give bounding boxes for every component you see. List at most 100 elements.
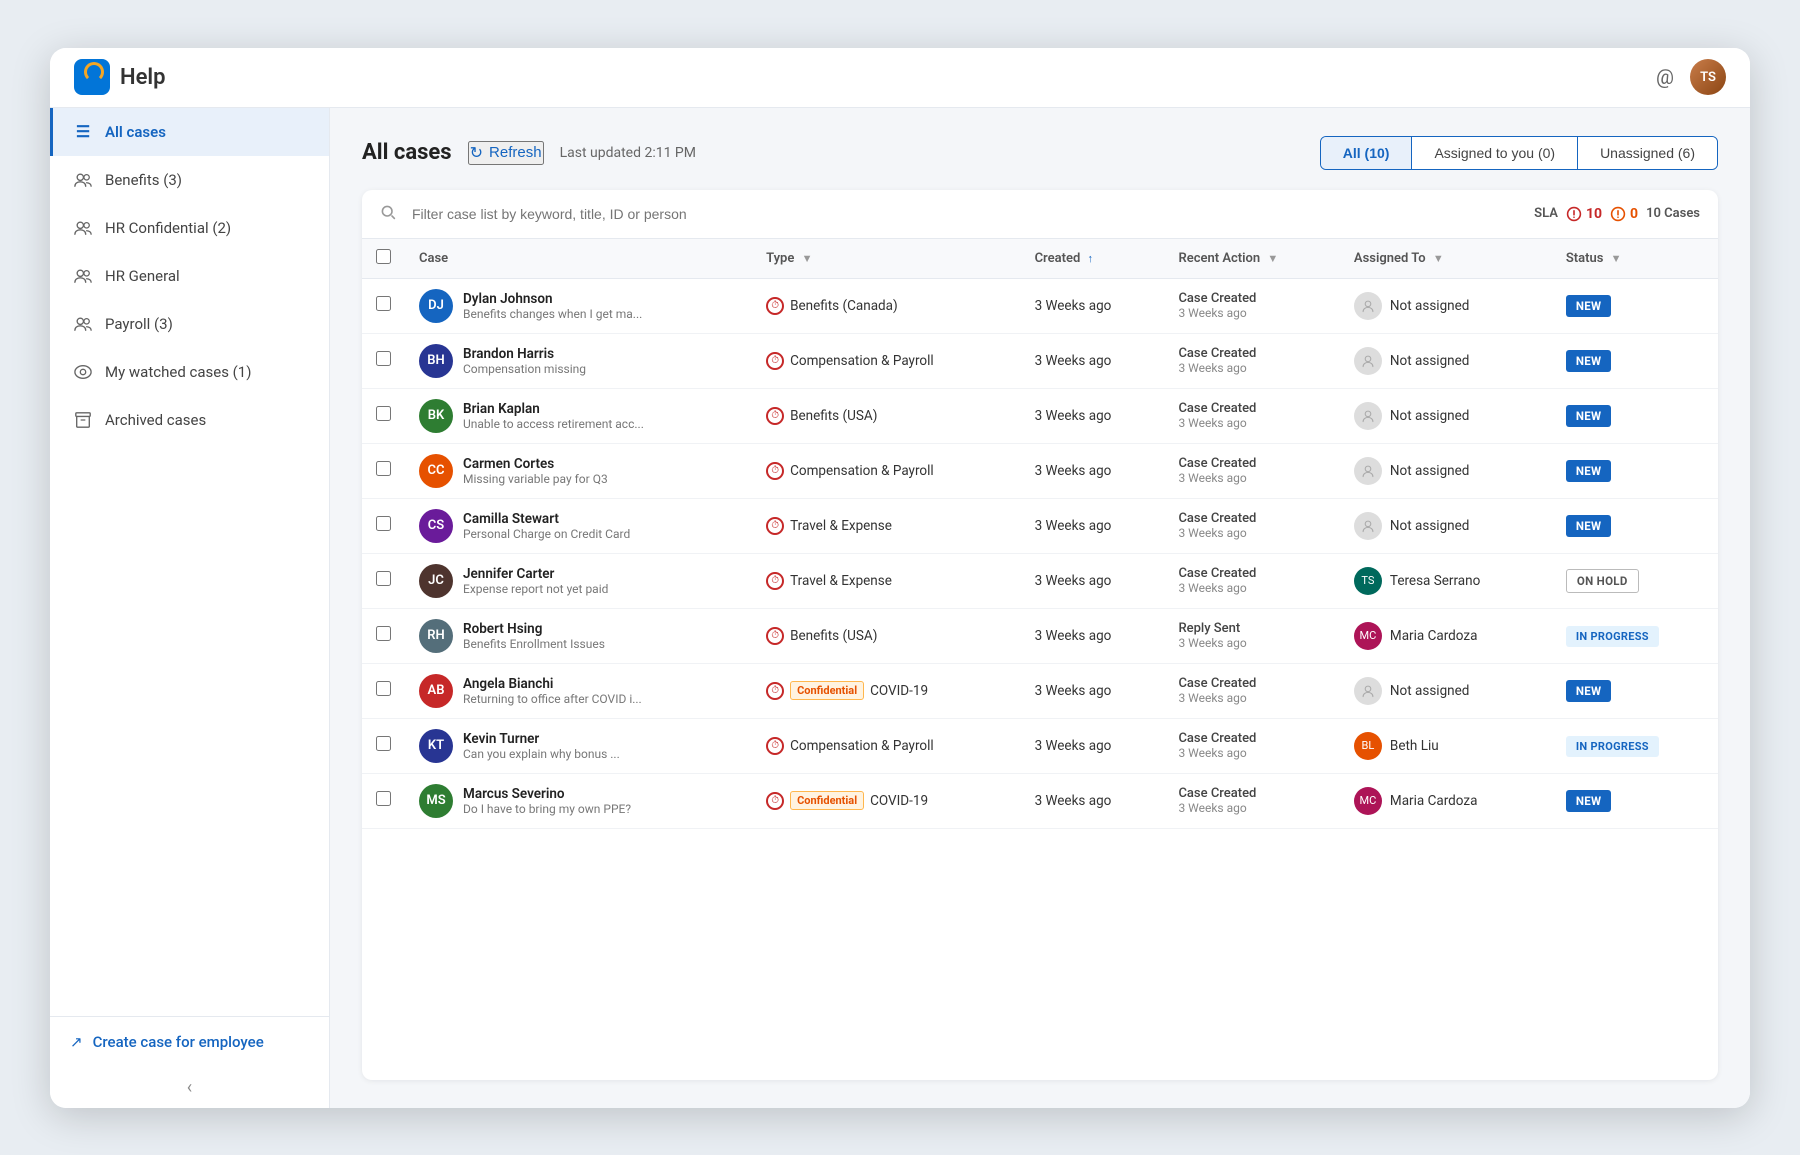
created-value: 3 Weeks ago <box>1035 628 1112 644</box>
row-checkbox[interactable] <box>376 516 391 531</box>
created-cell: 3 Weeks ago <box>1021 718 1165 773</box>
recent-action-cell: Reply Sent 3 Weeks ago <box>1164 608 1339 663</box>
row-checkbox[interactable] <box>376 461 391 476</box>
table-row[interactable]: DJ Dylan Johnson Benefits changes when I… <box>362 278 1718 333</box>
sidebar-item-payroll[interactable]: Payroll (3) <box>50 300 329 348</box>
created-value: 3 Weeks ago <box>1035 463 1112 479</box>
sla-clock-icon: ⏱ <box>766 627 784 645</box>
confidential-badge: Confidential <box>790 791 864 810</box>
table-row[interactable]: CC Carmen Cortes Missing variable pay fo… <box>362 443 1718 498</box>
table-row[interactable]: BK Brian Kaplan Unable to access retirem… <box>362 388 1718 443</box>
table-row[interactable]: BH Brandon Harris Compensation missing ⏱… <box>362 333 1718 388</box>
action-name: Case Created <box>1178 291 1325 306</box>
type-content: ⏱Compensation & Payroll <box>766 462 1006 480</box>
table-row[interactable]: AB Angela Bianchi Returning to office af… <box>362 663 1718 718</box>
create-case-link[interactable]: ↗ Create case for employee <box>70 1033 309 1051</box>
created-cell: 3 Weeks ago <box>1021 553 1165 608</box>
type-label: Travel & Expense <box>790 573 892 589</box>
created-value: 3 Weeks ago <box>1035 738 1112 754</box>
type-cell: ⏱Benefits (USA) <box>752 388 1020 443</box>
assigned-avatar-placeholder <box>1354 347 1382 375</box>
user-avatar[interactable]: TS <box>1690 59 1726 95</box>
created-value: 3 Weeks ago <box>1035 408 1112 424</box>
action-name: Case Created <box>1178 786 1325 801</box>
refresh-button[interactable]: ↻ Refresh <box>468 141 544 165</box>
confidential-badge: Confidential <box>790 681 864 700</box>
sidebar-item-hr-general[interactable]: HR General <box>50 252 329 300</box>
search-icon <box>380 204 396 224</box>
assigned-cell: TSTeresa Serrano <box>1354 567 1538 595</box>
col-header-recent-action[interactable]: Recent Action ▼ <box>1164 239 1339 279</box>
sidebar-item-archived[interactable]: Archived cases <box>50 396 329 444</box>
type-label: COVID-19 <box>870 793 928 809</box>
table-header-row: Case Type ▼ Created ↑ Recent A <box>362 239 1718 279</box>
person-avatar: RH <box>419 619 453 653</box>
row-checkbox[interactable] <box>376 791 391 806</box>
col-header-status[interactable]: Status ▼ <box>1552 239 1718 279</box>
assigned-to-cell: BLBeth Liu <box>1340 718 1552 773</box>
col-header-assigned-to[interactable]: Assigned To ▼ <box>1340 239 1552 279</box>
sla-red-count: 10 <box>1586 206 1602 222</box>
assigned-to-cell: Not assigned <box>1340 663 1552 718</box>
action-name: Case Created <box>1178 456 1325 471</box>
action-name: Case Created <box>1178 401 1325 416</box>
at-icon[interactable]: @ <box>1656 65 1674 89</box>
col-header-case: Case <box>405 239 752 279</box>
recent-action-cell: Case Created 3 Weeks ago <box>1164 718 1339 773</box>
type-cell: ⏱Compensation & Payroll <box>752 443 1020 498</box>
sidebar-item-my-watched[interactable]: My watched cases (1) <box>50 348 329 396</box>
row-checkbox[interactable] <box>376 351 391 366</box>
person-name: Kevin Turner <box>463 731 620 747</box>
col-header-type[interactable]: Type ▼ <box>752 239 1020 279</box>
sla-clock-icon: ⏱ <box>766 352 784 370</box>
sidebar-item-all-cases[interactable]: ☰ All cases <box>50 108 329 156</box>
assigned-avatar: TS <box>1354 567 1382 595</box>
type-label: Benefits (Canada) <box>790 298 898 314</box>
row-checkbox[interactable] <box>376 626 391 641</box>
row-checkbox[interactable] <box>376 406 391 421</box>
table-row[interactable]: JC Jennifer Carter Expense report not ye… <box>362 553 1718 608</box>
table-row[interactable]: KT Kevin Turner Can you explain why bonu… <box>362 718 1718 773</box>
tab-unassigned[interactable]: Unassigned (6) <box>1578 137 1717 169</box>
type-label: Travel & Expense <box>790 518 892 534</box>
row-checkbox[interactable] <box>376 736 391 751</box>
assigned-cell: Not assigned <box>1354 512 1538 540</box>
person-subtitle: Do I have to bring my own PPE? <box>463 802 631 816</box>
type-cell: ⏱ConfidentialCOVID-19 <box>752 773 1020 828</box>
col-header-created[interactable]: Created ↑ <box>1021 239 1165 279</box>
person-subtitle: Compensation missing <box>463 362 586 376</box>
action-time: 3 Weeks ago <box>1178 746 1325 760</box>
action-time: 3 Weeks ago <box>1178 306 1325 320</box>
row-checkbox[interactable] <box>376 681 391 696</box>
table-row[interactable]: RH Robert Hsing Benefits Enrollment Issu… <box>362 608 1718 663</box>
recent-action-cell: Case Created 3 Weeks ago <box>1164 443 1339 498</box>
type-cell: ⏱Benefits (USA) <box>752 608 1020 663</box>
action-time: 3 Weeks ago <box>1178 416 1325 430</box>
status-cell: NEW <box>1552 388 1718 443</box>
logo-icon <box>74 59 110 95</box>
person-info: Jennifer Carter Expense report not yet p… <box>463 566 608 596</box>
created-cell: 3 Weeks ago <box>1021 278 1165 333</box>
row-checkbox[interactable] <box>376 571 391 586</box>
status-badge: IN PROGRESS <box>1566 626 1659 647</box>
action-time: 3 Weeks ago <box>1178 691 1325 705</box>
sidebar-item-hr-confidential[interactable]: HR Confidential (2) <box>50 204 329 252</box>
tab-assigned[interactable]: Assigned to you (0) <box>1412 137 1578 169</box>
assigned-to-cell: Not assigned <box>1340 388 1552 443</box>
select-all-checkbox[interactable] <box>376 249 391 264</box>
case-person: BH Brandon Harris Compensation missing <box>419 344 738 378</box>
assigned-name: Maria Cardoza <box>1390 628 1478 644</box>
table-row[interactable]: MS Marcus Severino Do I have to bring my… <box>362 773 1718 828</box>
type-content: ⏱Benefits (Canada) <box>766 297 1006 315</box>
sla-badge: SLA 10 0 10 Cases <box>1534 206 1700 222</box>
row-checkbox[interactable] <box>376 296 391 311</box>
table-row[interactable]: CS Camilla Stewart Personal Charge on Cr… <box>362 498 1718 553</box>
person-name: Brandon Harris <box>463 346 586 362</box>
row-checkbox-cell <box>362 773 405 828</box>
person-info: Carmen Cortes Missing variable pay for Q… <box>463 456 608 486</box>
sidebar-item-benefits[interactable]: Benefits (3) <box>50 156 329 204</box>
assigned-name: Not assigned <box>1390 408 1469 424</box>
tab-all[interactable]: All (10) <box>1321 137 1413 169</box>
collapse-sidebar-button[interactable]: ‹ <box>50 1067 329 1108</box>
filter-input[interactable] <box>412 206 1518 222</box>
